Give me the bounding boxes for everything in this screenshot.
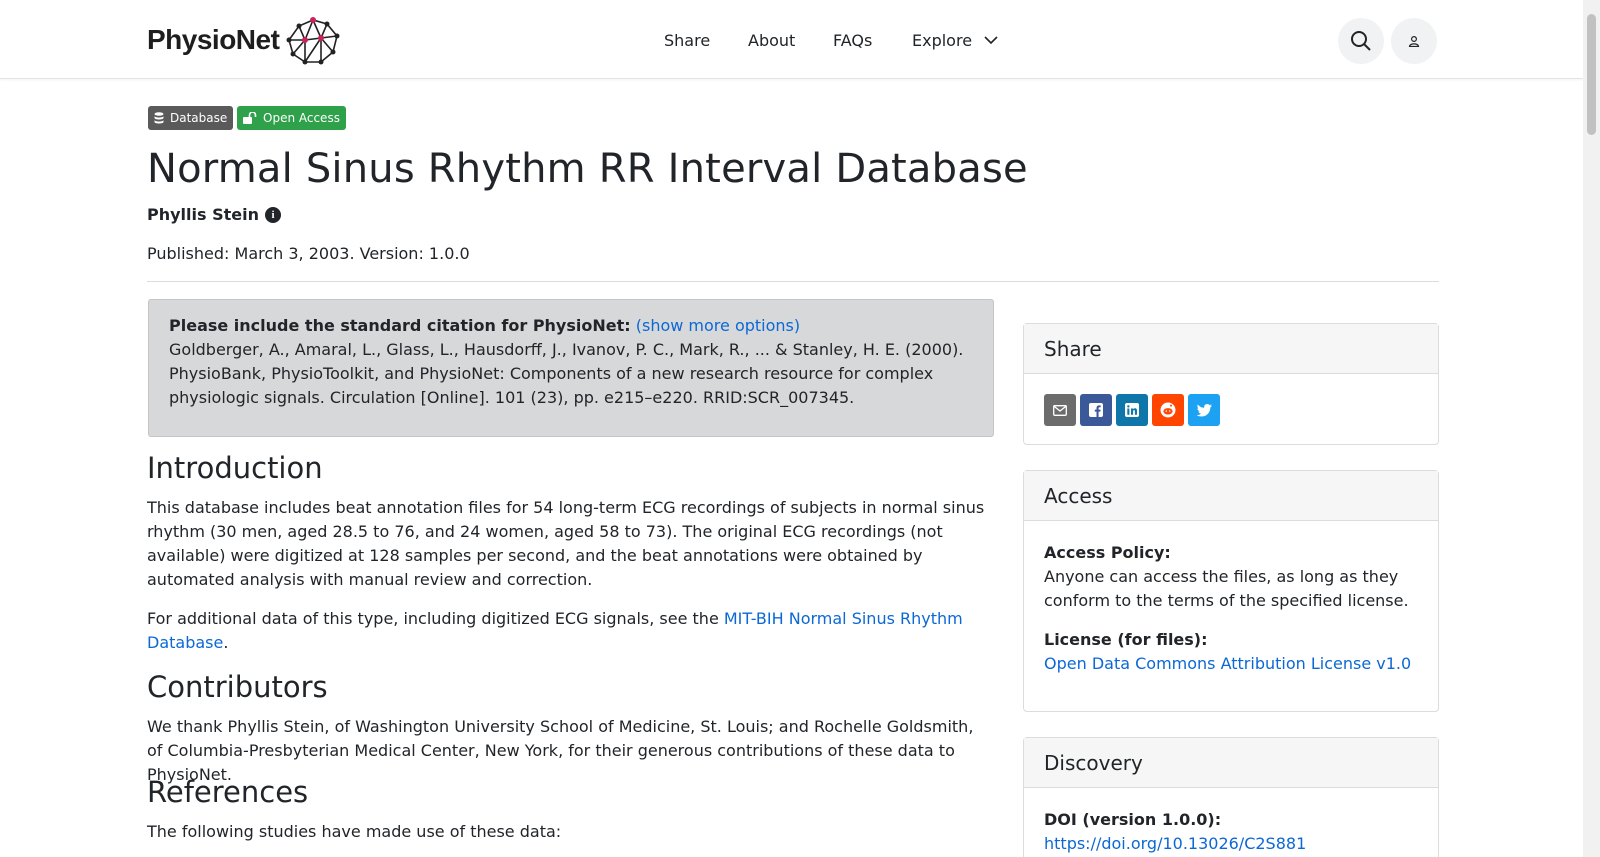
access-card: Access Access Policy: Anyone can access … bbox=[1023, 470, 1439, 712]
nav-explore-dropdown[interactable]: Explore bbox=[912, 31, 998, 50]
unlock-icon bbox=[243, 112, 257, 124]
database-icon bbox=[154, 112, 164, 124]
twitter-icon bbox=[1196, 403, 1212, 416]
open-access-badge-label: Open Access bbox=[263, 111, 340, 125]
account-button[interactable] bbox=[1391, 18, 1437, 64]
citation-lead: Please include the standard citation for… bbox=[169, 316, 631, 335]
database-badge-label: Database bbox=[170, 111, 228, 125]
share-linkedin-button[interactable] bbox=[1116, 394, 1148, 426]
nav-about-link[interactable]: About bbox=[748, 31, 795, 50]
page-scrollbar[interactable] bbox=[1583, 0, 1600, 857]
linkedin-icon bbox=[1125, 403, 1139, 417]
share-card-title: Share bbox=[1024, 324, 1438, 374]
divider bbox=[147, 281, 1439, 282]
email-icon bbox=[1053, 404, 1067, 416]
chevron-down-icon bbox=[984, 36, 998, 45]
contributors-heading: Contributors bbox=[147, 670, 328, 704]
references-intro: The following studies have made use of t… bbox=[147, 822, 562, 841]
author-line: Phyllis Stein i bbox=[147, 205, 281, 224]
published-info: Published: March 3, 2003. Version: 1.0.0 bbox=[147, 244, 470, 263]
open-access-badge: Open Access bbox=[237, 106, 346, 130]
scrollbar-thumb[interactable] bbox=[1587, 14, 1596, 135]
doi-label: DOI (version 1.0.0): bbox=[1044, 810, 1222, 829]
search-icon bbox=[1351, 31, 1371, 51]
nav-faqs-link[interactable]: FAQs bbox=[833, 31, 872, 50]
access-policy-label: Access Policy: bbox=[1044, 543, 1171, 562]
introduction-heading: Introduction bbox=[147, 451, 323, 485]
discovery-card: Discovery DOI (version 1.0.0): https://d… bbox=[1023, 737, 1439, 857]
share-email-button[interactable] bbox=[1044, 394, 1076, 426]
doi-link[interactable]: https://doi.org/10.13026/C2S881 bbox=[1044, 834, 1306, 853]
physionet-logo[interactable]: PhysioNet bbox=[147, 14, 341, 66]
discovery-card-title: Discovery bbox=[1024, 738, 1438, 788]
search-button[interactable] bbox=[1338, 18, 1384, 64]
citation-text: Goldberger, A., Amaral, L., Glass, L., H… bbox=[169, 340, 964, 407]
references-heading: References bbox=[147, 775, 309, 809]
license-link[interactable]: Open Data Commons Attribution License v1… bbox=[1044, 654, 1411, 673]
reddit-icon bbox=[1160, 402, 1176, 418]
share-twitter-button[interactable] bbox=[1188, 394, 1220, 426]
show-more-options-link[interactable]: (show more options) bbox=[636, 316, 800, 335]
person-icon bbox=[1408, 35, 1420, 47]
author-name: Phyllis Stein bbox=[147, 205, 259, 224]
introduction-paragraph: This database includes beat annotation f… bbox=[147, 498, 985, 589]
nav-share-link[interactable]: Share bbox=[664, 31, 710, 50]
facebook-icon bbox=[1089, 403, 1103, 417]
share-buttons bbox=[1044, 394, 1418, 426]
access-card-title: Access bbox=[1024, 471, 1438, 521]
page-title: Normal Sinus Rhythm RR Interval Database bbox=[147, 146, 1028, 192]
nav-explore-label: Explore bbox=[912, 31, 973, 50]
citation-box: Please include the standard citation for… bbox=[148, 299, 994, 437]
additional-data-text: For additional data of this type, includ… bbox=[147, 609, 724, 628]
network-logo-icon bbox=[286, 17, 340, 65]
share-reddit-button[interactable] bbox=[1152, 394, 1184, 426]
logo-text: PhysioNet bbox=[147, 24, 280, 55]
license-label: License (for files): bbox=[1044, 630, 1208, 649]
access-policy-text: Anyone can access the files, as long as … bbox=[1044, 567, 1409, 610]
share-facebook-button[interactable] bbox=[1080, 394, 1112, 426]
additional-data-paragraph: For additional data of this type, includ… bbox=[147, 607, 992, 655]
share-card: Share bbox=[1023, 323, 1439, 445]
top-navbar: PhysioNet Share About Share About FAQs E… bbox=[0, 0, 1583, 79]
database-badge: Database bbox=[148, 106, 234, 130]
additional-data-end: . bbox=[223, 633, 229, 652]
info-icon[interactable]: i bbox=[265, 206, 281, 223]
